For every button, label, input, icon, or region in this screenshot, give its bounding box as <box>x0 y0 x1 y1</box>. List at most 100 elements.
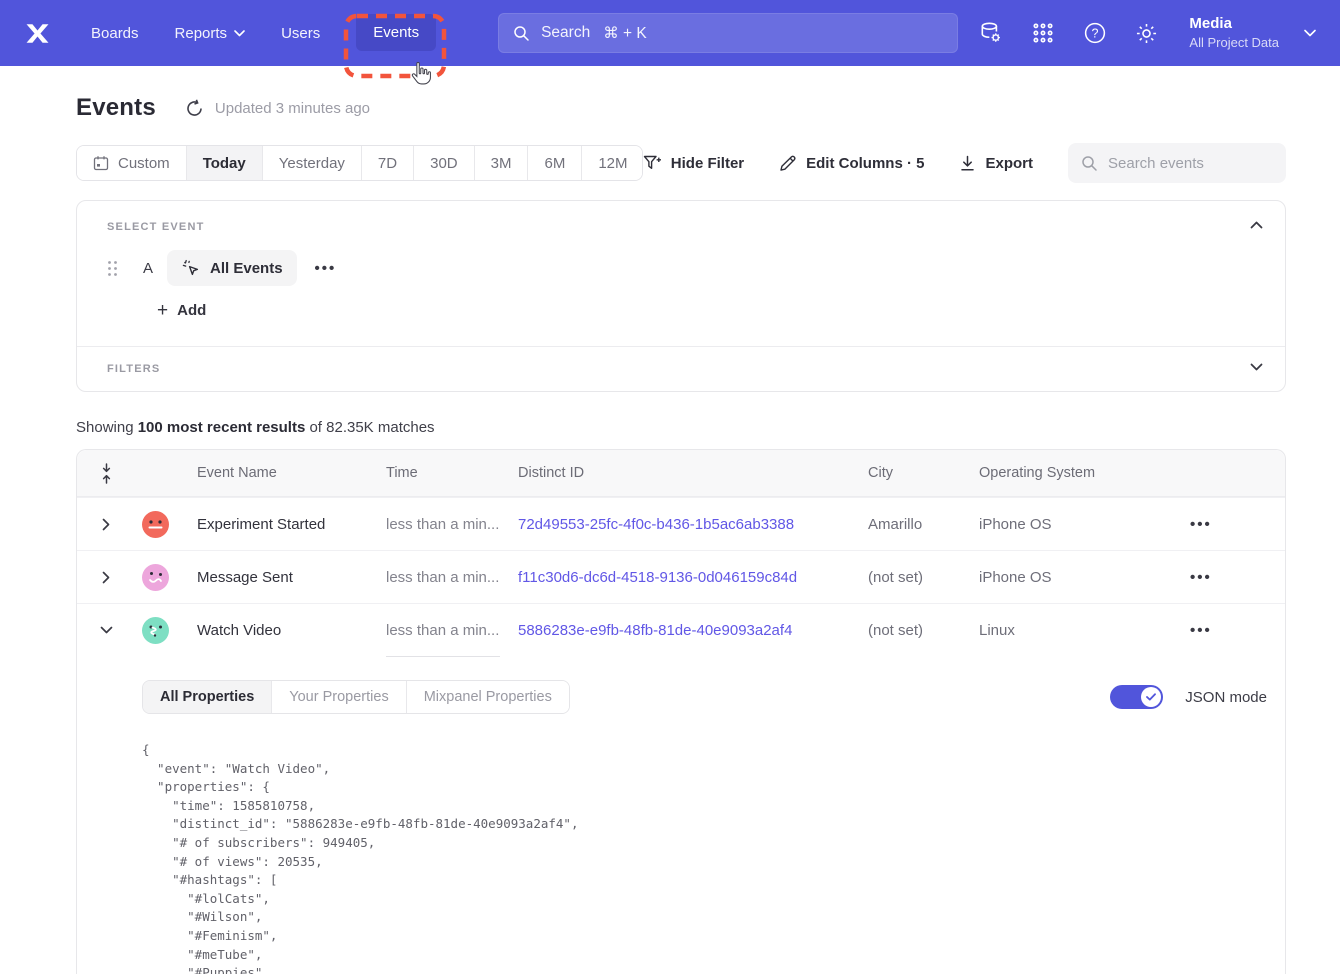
mixpanel-logo[interactable] <box>24 20 51 47</box>
json-mode-toggle[interactable] <box>1110 685 1163 709</box>
chevron-down-icon <box>234 30 245 37</box>
apps-grid-icon[interactable] <box>1030 21 1055 46</box>
nav-item-events-active[interactable]: Events <box>356 14 436 51</box>
download-icon <box>959 155 976 172</box>
event-selector-button[interactable]: All Events <box>167 250 297 286</box>
drag-handle-icon[interactable] <box>107 260 118 277</box>
time-cell-divider <box>386 656 500 657</box>
search-events-input[interactable]: Search events <box>1068 143 1286 183</box>
date-range-today[interactable]: Today <box>186 146 262 180</box>
hand-cursor-icon <box>408 60 432 86</box>
nav-item-reports[interactable]: Reports <box>175 25 246 42</box>
help-icon[interactable]: ? <box>1082 21 1107 46</box>
top-nav: Boards Reports Users Events Search ⌘ + K <box>0 0 1340 66</box>
nav-item-users[interactable]: Users <box>281 25 320 42</box>
event-name[interactable]: Experiment Started <box>185 516 386 533</box>
refresh-icon[interactable] <box>185 99 204 118</box>
date-range-segmented-control: Custom Today Yesterday 7D 30D 3M 6M 12M <box>76 145 643 181</box>
row-more-icon[interactable]: ••• <box>1184 516 1285 533</box>
row-more-icon[interactable]: ••• <box>1184 622 1285 639</box>
city: (not set) <box>868 622 979 639</box>
svg-text:?: ? <box>1091 27 1098 41</box>
search-icon <box>1081 155 1098 172</box>
date-range-7d[interactable]: 7D <box>361 146 413 180</box>
col-operating-system[interactable]: Operating System <box>979 465 1184 481</box>
filters-label: FILTERS <box>107 363 1263 375</box>
distinct-id-link[interactable]: f11c30d6-dc6d-4518-9136-0d046159c84d <box>518 569 868 586</box>
nav-item-boards[interactable]: Boards <box>91 25 139 42</box>
avatar <box>142 564 169 591</box>
date-range-custom[interactable]: Custom <box>77 146 186 180</box>
all-events-icon <box>181 258 201 278</box>
tab-mixpanel-properties[interactable]: Mixpanel Properties <box>406 681 569 713</box>
row-collapse-chevron-icon[interactable] <box>77 626 125 634</box>
select-event-label: SELECT EVENT <box>107 221 1263 233</box>
date-range-6m[interactable]: 6M <box>527 146 581 180</box>
event-json-view: { "event": "Watch Video", "properties": … <box>142 741 1267 974</box>
event-name[interactable]: Message Sent <box>185 569 386 586</box>
check-icon <box>1146 693 1156 701</box>
export-button[interactable]: Export <box>959 155 1033 172</box>
pencil-icon <box>779 154 797 172</box>
operating-system: iPhone OS <box>979 569 1184 586</box>
event-name[interactable]: Watch Video <box>185 622 386 639</box>
operating-system: Linux <box>979 622 1184 639</box>
hide-filter-button[interactable]: Hide Filter <box>643 155 744 172</box>
properties-tabs: All Properties Your Properties Mixpanel … <box>142 680 570 714</box>
table-header-row: Event Name Time Distinct ID City Operati… <box>77 450 1285 497</box>
results-summary: Showing 100 most recent results of 82.35… <box>76 419 1286 436</box>
edit-columns-button[interactable]: Edit Columns · 5 <box>779 154 924 172</box>
row-more-icon[interactable]: ••• <box>1184 569 1285 586</box>
step-letter: A <box>143 260 153 277</box>
city: (not set) <box>868 569 979 586</box>
col-time[interactable]: Time <box>386 465 518 481</box>
page-title: Events <box>76 94 156 122</box>
project-selector[interactable]: Media All Project Data <box>1189 15 1279 52</box>
calendar-icon <box>93 155 109 171</box>
operating-system: iPhone OS <box>979 516 1184 533</box>
table-row: Message Sent less than a min... f11c30d6… <box>77 550 1285 603</box>
plus-icon: + <box>157 301 168 320</box>
col-distinct-id[interactable]: Distinct ID <box>518 465 868 481</box>
row-expand-chevron-icon[interactable] <box>77 571 125 584</box>
settings-gear-icon[interactable] <box>1134 21 1159 46</box>
data-management-icon[interactable] <box>978 21 1003 46</box>
distinct-id-link[interactable]: 5886283e-e9fb-48fb-81de-40e9093a2af4 <box>518 622 868 639</box>
search-shortcut: ⌘ + K <box>603 24 647 43</box>
distinct-id-link[interactable]: 72d49553-25fc-4f0c-b436-1b5ac6ab3388 <box>518 516 868 533</box>
event-detail-panel: All Properties Your Properties Mixpanel … <box>77 656 1285 974</box>
search-icon <box>513 25 530 42</box>
row-expand-chevron-icon[interactable] <box>77 518 125 531</box>
project-chevron-down-icon[interactable] <box>1304 29 1316 37</box>
date-range-yesterday[interactable]: Yesterday <box>262 146 361 180</box>
date-range-30d[interactable]: 30D <box>413 146 474 180</box>
tab-your-properties[interactable]: Your Properties <box>271 681 405 713</box>
add-event-button[interactable]: + Add <box>157 301 206 320</box>
last-updated-text: Updated 3 minutes ago <box>215 100 370 117</box>
tab-all-properties[interactable]: All Properties <box>143 681 271 713</box>
search-events-placeholder: Search events <box>1108 155 1204 172</box>
avatar <box>142 511 169 538</box>
sort-time-icon[interactable] <box>77 463 125 484</box>
col-city[interactable]: City <box>868 465 979 481</box>
global-search-input[interactable]: Search ⌘ + K <box>498 13 958 53</box>
date-range-12m[interactable]: 12M <box>581 146 642 180</box>
select-event-section: SELECT EVENT A All Events ••• <box>77 201 1285 346</box>
expand-chevron-down-icon[interactable] <box>1250 363 1263 371</box>
collapse-chevron-up-icon[interactable] <box>1250 221 1263 229</box>
events-table: Event Name Time Distinct ID City Operati… <box>76 449 1286 974</box>
toggle-knob <box>1141 687 1161 707</box>
city: Amarillo <box>868 516 979 533</box>
col-event-name[interactable]: Event Name <box>185 465 386 481</box>
filters-section[interactable]: FILTERS <box>77 346 1285 391</box>
date-range-3m[interactable]: 3M <box>474 146 528 180</box>
event-time: less than a min... <box>386 622 518 639</box>
event-more-icon[interactable]: ••• <box>315 260 337 277</box>
table-row: Experiment Started less than a min... 72… <box>77 497 1285 550</box>
json-mode-label: JSON mode <box>1185 689 1267 706</box>
avatar <box>142 617 169 644</box>
filter-funnel-icon <box>643 155 662 172</box>
query-builder-card: SELECT EVENT A All Events ••• <box>76 200 1286 392</box>
event-time: less than a min... <box>386 516 518 533</box>
event-time: less than a min... <box>386 569 518 586</box>
